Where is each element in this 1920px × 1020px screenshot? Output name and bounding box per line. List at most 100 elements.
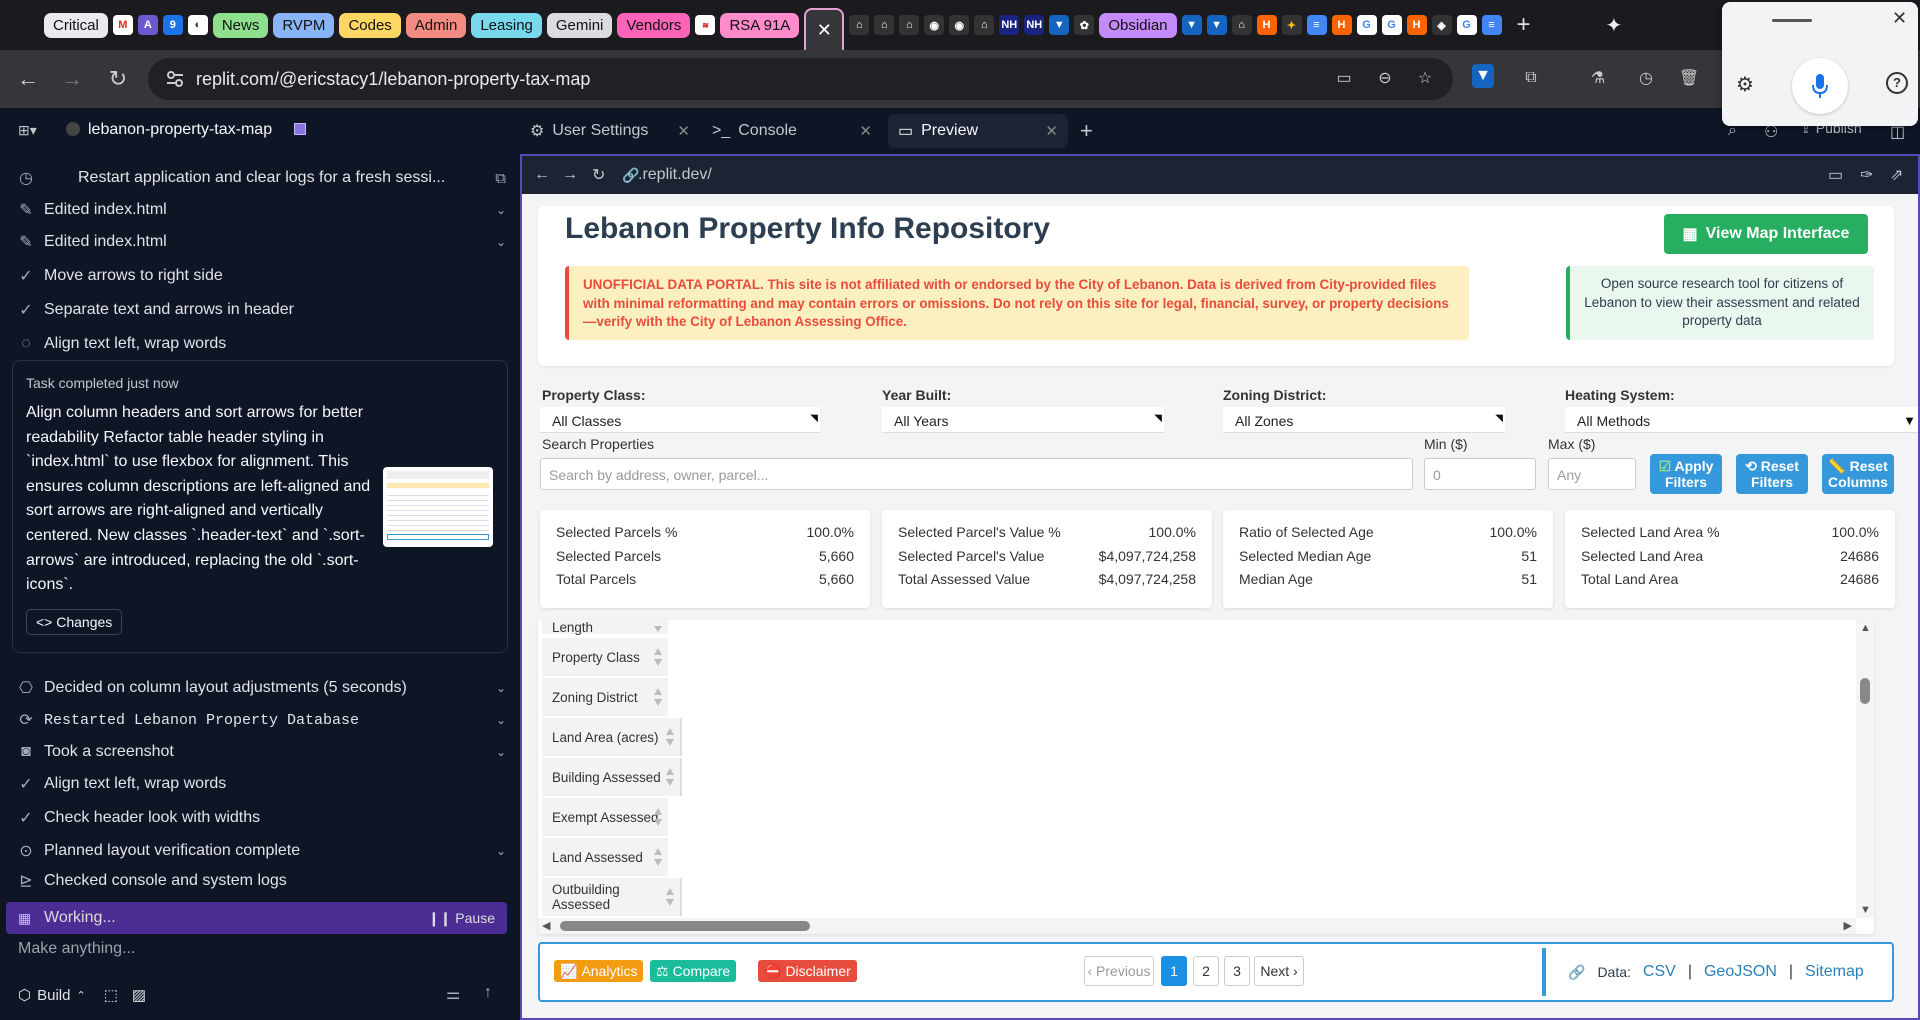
- apply-filters-button[interactable]: ☑ Apply Filters: [1650, 454, 1722, 494]
- project-name[interactable]: lebanon-property-tax-map: [88, 121, 272, 139]
- sort-arrows-icon[interactable]: [652, 624, 664, 634]
- shield-icon[interactable]: ▼: [1049, 15, 1070, 35]
- vertical-scrollbar[interactable]: ▲ ▼: [1856, 620, 1874, 918]
- bookmark-group-obsidian[interactable]: Obsidian: [1099, 12, 1177, 38]
- view-map-button[interactable]: ▦ View Map Interface: [1664, 214, 1868, 254]
- image-icon[interactable]: ▨: [132, 986, 146, 1004]
- add-tab-icon[interactable]: +: [1080, 118, 1093, 144]
- property-class-select[interactable]: All Classes ◥: [540, 407, 820, 433]
- sitemap-link[interactable]: Sitemap: [1805, 963, 1864, 981]
- checkpoint-item[interactable]: ◷ Restart application and clear logs for …: [18, 164, 508, 192]
- devtools-icon[interactable]: ⚗: [1584, 64, 1612, 92]
- property-table[interactable]: Length Property Class Zoning District La…: [538, 620, 1874, 934]
- nh-icon[interactable]: NH: [1024, 15, 1045, 35]
- shield-icon[interactable]: ▼: [1181, 15, 1202, 35]
- bookmark-star-icon[interactable]: ☆: [1411, 64, 1439, 92]
- history-icon[interactable]: ◷: [1632, 64, 1660, 92]
- step-item[interactable]: ⟳ Restarted Lebanon Property Database ⌄: [18, 706, 508, 734]
- sort-arrows-icon[interactable]: [652, 846, 664, 868]
- min-price-input[interactable]: 0: [1424, 458, 1536, 490]
- sort-arrows-icon[interactable]: [652, 646, 664, 668]
- close-icon[interactable]: ✕: [859, 122, 872, 140]
- horizontal-scrollbar[interactable]: ◀ ▶: [538, 918, 1856, 934]
- home-icon[interactable]: ⌂: [899, 15, 920, 35]
- send-arrow-icon[interactable]: ↑: [484, 984, 492, 1002]
- help-icon[interactable]: ?: [1886, 72, 1908, 94]
- install-app-icon[interactable]: ▭: [1330, 64, 1358, 92]
- app-icon[interactable]: ◈: [1431, 15, 1452, 35]
- select-icon[interactable]: ⬚: [104, 986, 118, 1004]
- heating-system-select[interactable]: All Methods ▼: [1565, 407, 1918, 433]
- previous-page-button[interactable]: ‹ Previous: [1084, 956, 1154, 986]
- home-icon[interactable]: ⌂: [1231, 15, 1252, 35]
- scroll-left-arrow-icon[interactable]: ◀: [542, 919, 550, 932]
- edited-file-item[interactable]: ✎ Edited index.html ⌄: [18, 196, 508, 224]
- column-header-length[interactable]: Length: [542, 620, 668, 635]
- chevron-down-icon[interactable]: ⌄: [496, 235, 506, 249]
- zoning-district-select[interactable]: All Zones ◥: [1223, 407, 1505, 433]
- gmail-icon[interactable]: M: [112, 15, 133, 35]
- back-icon[interactable]: ←: [6, 59, 50, 99]
- devtools-wrench-icon[interactable]: ✑: [1860, 165, 1873, 185]
- reset-filters-button[interactable]: ⟲ Reset Filters: [1736, 454, 1808, 494]
- page-1-button[interactable]: 1: [1161, 956, 1187, 986]
- reload-icon[interactable]: ↻: [96, 59, 140, 99]
- preview-forward-icon[interactable]: →: [562, 166, 578, 184]
- sort-arrows-icon[interactable]: [652, 806, 664, 828]
- bookmark-group-leasing[interactable]: Leasing: [471, 12, 542, 38]
- agent-prompt-input[interactable]: Make anything...: [18, 940, 135, 958]
- next-page-button[interactable]: Next ›: [1254, 956, 1304, 986]
- openai-icon[interactable]: ✿: [1074, 15, 1095, 35]
- scroll-right-arrow-icon[interactable]: ▶: [1844, 919, 1852, 932]
- changes-button[interactable]: <> Changes: [26, 609, 123, 635]
- google-icon[interactable]: G: [1456, 15, 1477, 35]
- close-icon[interactable]: ✕: [1045, 122, 1058, 140]
- csv-link[interactable]: CSV: [1643, 963, 1676, 981]
- gemini-icon[interactable]: ✦: [1281, 15, 1302, 35]
- chevron-down-icon[interactable]: ⌄: [496, 203, 506, 217]
- column-header-exempt-assessed[interactable]: Exempt Assessed: [542, 798, 668, 836]
- home-icon[interactable]: ⌂: [874, 15, 895, 35]
- settings-gear-icon[interactable]: ⚙: [1736, 72, 1754, 97]
- scroll-down-arrow-icon[interactable]: ▼: [1860, 904, 1871, 916]
- settings-sliders-icon[interactable]: ⚌: [446, 984, 460, 1004]
- bookmark-group-rsa91a[interactable]: RSA 91A: [720, 12, 800, 38]
- search-input[interactable]: Search by address, owner, parcel...: [540, 458, 1413, 490]
- home-icon[interactable]: ⌂: [974, 15, 995, 35]
- google-icon[interactable]: G: [1356, 15, 1377, 35]
- site-settings-icon[interactable]: [166, 70, 184, 88]
- chevron-down-icon[interactable]: ⌄: [496, 681, 506, 695]
- chevron-down-icon[interactable]: ⌄: [496, 844, 506, 858]
- vertical-scroll-thumb[interactable]: [1860, 678, 1870, 704]
- new-chat-icon[interactable]: ⧉: [495, 170, 506, 187]
- close-icon[interactable]: ✕: [677, 122, 690, 140]
- analytics-button[interactable]: 📈 Analytics: [554, 960, 644, 982]
- app-icon[interactable]: ◐: [187, 15, 208, 35]
- tab-console[interactable]: >_ Console ✕: [702, 114, 882, 148]
- step-item[interactable]: ⎔ Decided on column layout adjustments (5…: [18, 674, 508, 702]
- forward-icon[interactable]: →: [50, 59, 94, 99]
- preview-url[interactable]: .replit.dev/: [638, 166, 712, 184]
- column-header-building-assessed[interactable]: Building Assessed: [542, 758, 682, 796]
- new-tab-icon[interactable]: +: [1517, 11, 1531, 39]
- home-icon[interactable]: ⌂: [849, 15, 870, 35]
- bookmark-group-vendors[interactable]: Vendors: [617, 12, 691, 38]
- tab-user-settings[interactable]: ⚙ User Settings ✕: [520, 114, 700, 148]
- step-item[interactable]: ◙ Took a screenshot ⌄: [18, 738, 508, 766]
- homedepot-icon[interactable]: H: [1256, 15, 1277, 35]
- tab-preview[interactable]: ▭ Preview ✕: [888, 114, 1068, 148]
- homedepot-icon[interactable]: H: [1331, 15, 1352, 35]
- google-icon[interactable]: G: [1381, 15, 1402, 35]
- shield-icon[interactable]: ▼: [1206, 15, 1227, 35]
- docs-icon[interactable]: ≡: [1306, 15, 1327, 35]
- sort-arrows-icon[interactable]: [664, 886, 676, 908]
- compare-button[interactable]: ⚖ Compare: [650, 960, 737, 982]
- page-3-button[interactable]: 3: [1224, 956, 1250, 986]
- column-header-land-area[interactable]: Land Area (acres): [542, 718, 682, 756]
- step-item[interactable]: ⊙ Planned layout verification complete ⌄: [18, 837, 508, 865]
- delete-icon[interactable]: 🗑: [1675, 64, 1703, 92]
- horizontal-scroll-thumb[interactable]: [560, 921, 810, 931]
- bitwarden-icon[interactable]: ▼: [1472, 64, 1494, 88]
- preview-reload-icon[interactable]: ↻: [592, 165, 605, 185]
- docs-icon[interactable]: ≡: [1481, 15, 1502, 35]
